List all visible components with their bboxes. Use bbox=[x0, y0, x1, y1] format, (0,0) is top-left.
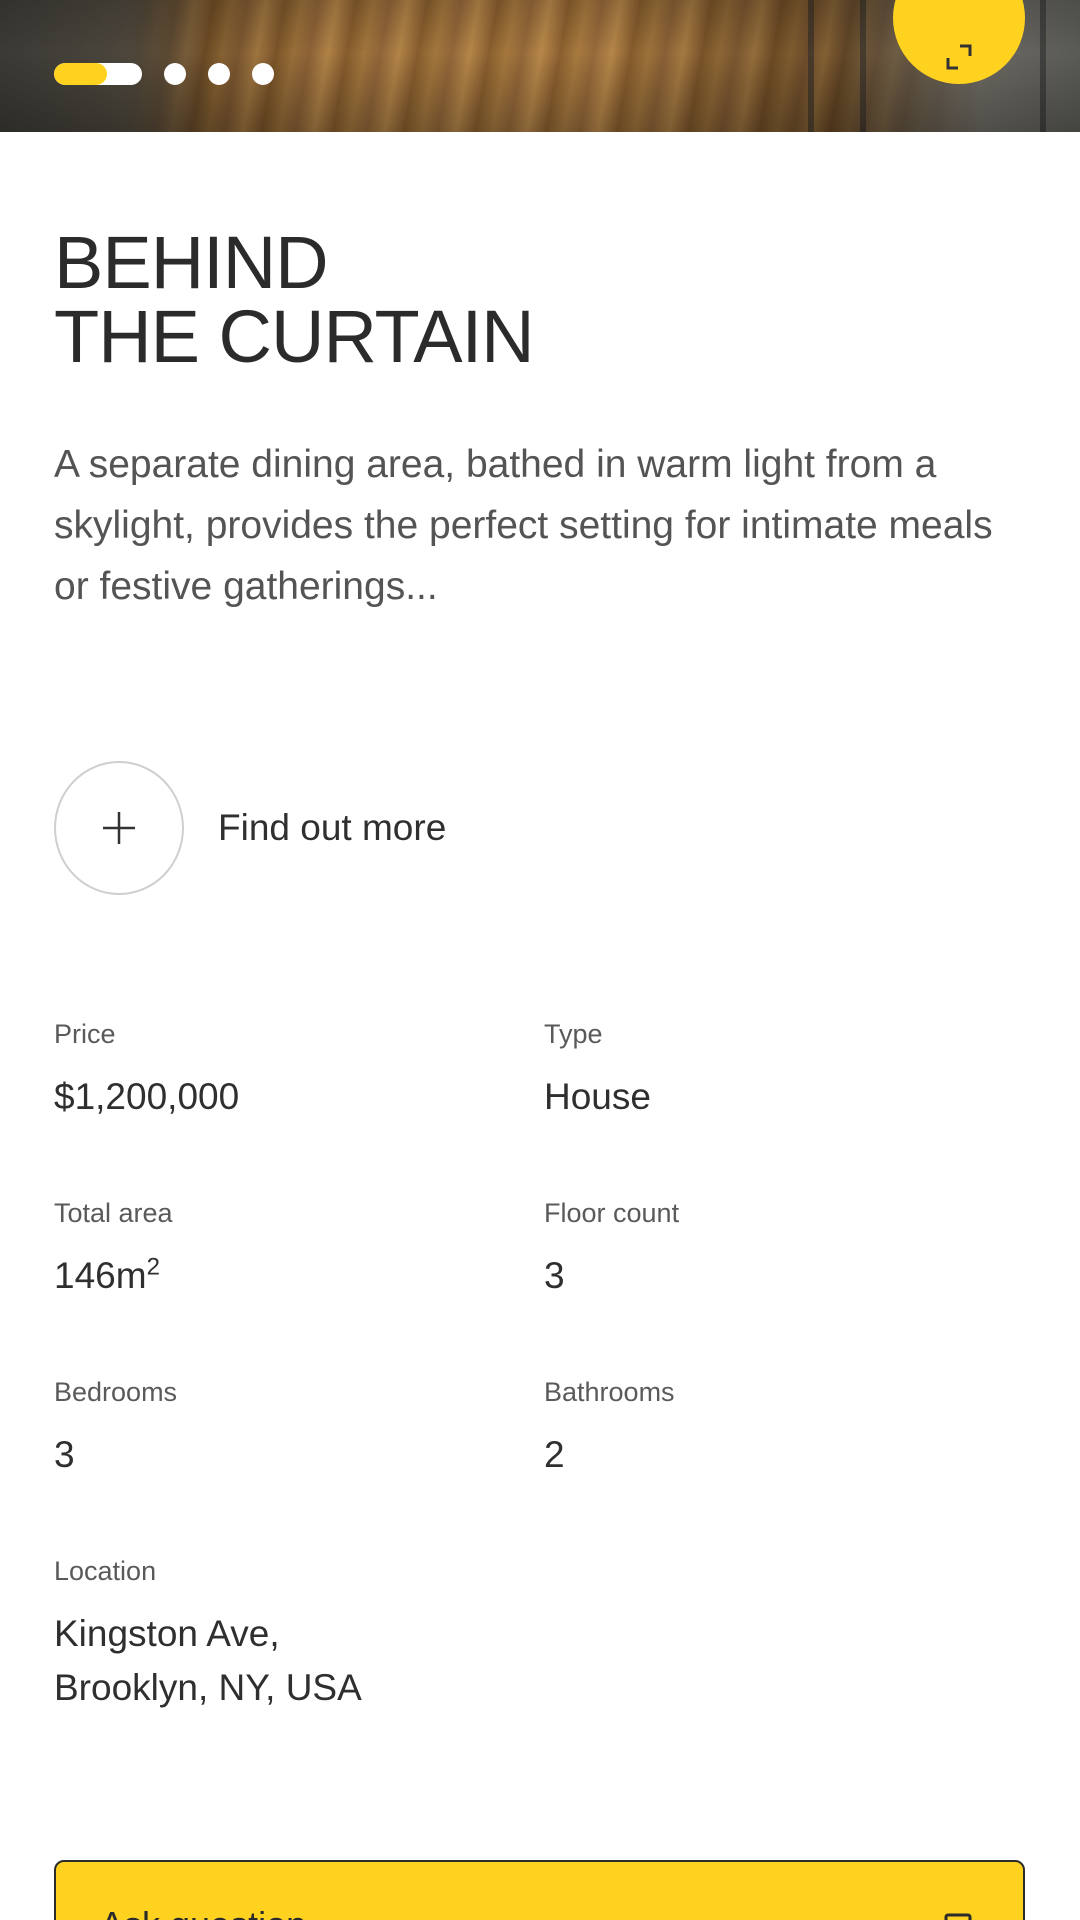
spec-value: 3 bbox=[544, 1255, 565, 1296]
hero-rail bbox=[808, 0, 814, 132]
spec-value: 2 bbox=[544, 1434, 565, 1475]
spec-value: 146m2 bbox=[54, 1249, 173, 1303]
find-out-more-label: Find out more bbox=[218, 807, 447, 848]
spec-bathrooms: Bathrooms 2 bbox=[544, 1372, 675, 1482]
spec-label: Price bbox=[54, 1019, 116, 1049]
spec-label: Location bbox=[54, 1556, 157, 1586]
page-title: BEHIND THE CURTAIN bbox=[54, 221, 535, 378]
spec-total-area: Total area 146m2 bbox=[54, 1193, 173, 1303]
spec-label: Bathrooms bbox=[544, 1377, 675, 1407]
expand-icon bbox=[946, 44, 972, 70]
spec-label: Bedrooms bbox=[54, 1377, 178, 1407]
spec-value: 3 bbox=[54, 1434, 75, 1475]
description: A separate dining area, bathed in warm l… bbox=[54, 443, 993, 608]
ask-question-label: Ask question bbox=[100, 1904, 306, 1920]
spec-location: Location Kingston Ave, Brooklyn, NY, USA bbox=[54, 1551, 362, 1715]
spec-value: House bbox=[544, 1076, 651, 1117]
location-line-1: Kingston Ave, bbox=[54, 1613, 280, 1654]
location-line-2: Brooklyn, NY, USA bbox=[54, 1667, 362, 1708]
carousel-progress-fill bbox=[54, 63, 107, 85]
hero-rail bbox=[1040, 0, 1046, 132]
carousel-dot[interactable] bbox=[164, 63, 186, 85]
spec-value: $1,200,000 bbox=[54, 1076, 240, 1117]
title-line-2: THE CURTAIN bbox=[54, 295, 535, 378]
spec-price: Price $1,200,000 bbox=[54, 1014, 239, 1124]
carousel-dot-active[interactable] bbox=[54, 63, 142, 85]
spec-value: Kingston Ave, Brooklyn, NY, USA bbox=[54, 1607, 362, 1715]
spec-value-number: 146m bbox=[54, 1255, 147, 1296]
spec-label: Floor count bbox=[544, 1198, 680, 1228]
spec-floor-count: Floor count 3 bbox=[544, 1193, 679, 1303]
spec-value-unit-sup: 2 bbox=[146, 1253, 160, 1281]
ask-question-button[interactable]: Ask question bbox=[54, 1860, 1025, 1920]
spec-label: Type bbox=[544, 1019, 603, 1049]
spec-bedrooms: Bedrooms 3 bbox=[54, 1372, 177, 1482]
chat-icon bbox=[944, 1913, 972, 1920]
title-line-1: BEHIND bbox=[54, 221, 329, 304]
property-detail-page: BEHIND THE CURTAIN A separate dining are… bbox=[0, 0, 1080, 1920]
carousel-dot[interactable] bbox=[208, 63, 230, 85]
spec-type: Type House bbox=[544, 1014, 651, 1124]
carousel-indicator bbox=[54, 63, 274, 85]
find-out-more-button[interactable]: Find out more bbox=[54, 761, 446, 895]
plus-circle-button[interactable] bbox=[54, 761, 184, 895]
plus-icon bbox=[103, 812, 135, 844]
carousel-dot[interactable] bbox=[252, 63, 274, 85]
hero-rail bbox=[860, 0, 866, 132]
spec-label: Total area bbox=[54, 1198, 173, 1228]
